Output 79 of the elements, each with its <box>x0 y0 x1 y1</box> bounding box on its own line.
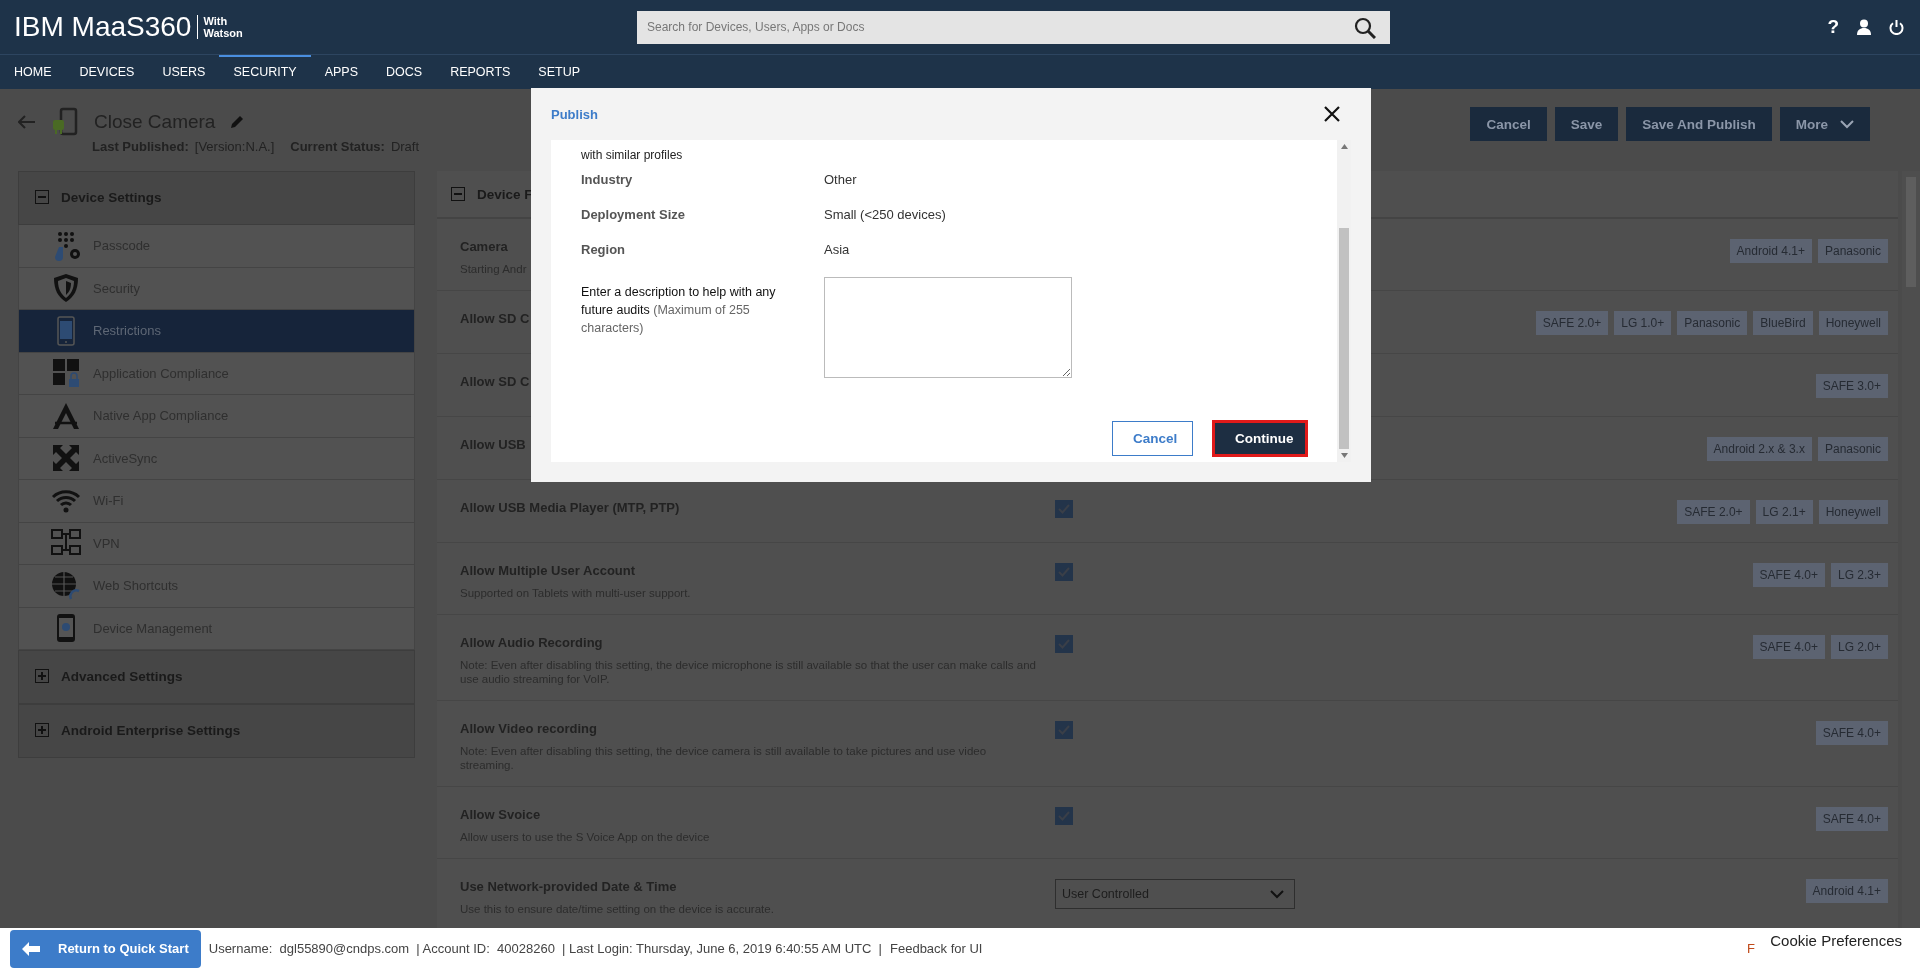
chevron-down-icon <box>1270 889 1284 899</box>
platform-tag: LG 2.3+ <box>1830 563 1888 587</box>
field-label: Enter a description to help with any future audits (Maximum of 255 characters) <box>581 284 777 337</box>
checkbox[interactable] <box>1055 807 1073 825</box>
globe-icon <box>51 570 81 601</box>
field-label: Industry <box>581 172 634 187</box>
platform-tag: SAFE 4.0+ <box>1752 563 1825 587</box>
nav-tab[interactable]: USERS <box>148 55 220 89</box>
exchange-icon <box>51 443 81 474</box>
platform-tag: SAFE 2.0+ <box>1535 311 1609 335</box>
search-icon[interactable] <box>1354 16 1376 39</box>
nav-tab[interactable]: APPS <box>310 55 373 89</box>
action-button[interactable]: Cancel <box>1470 107 1547 141</box>
field-value: Asia <box>824 242 850 257</box>
platform-tag: Panasonic <box>1817 437 1888 461</box>
toggle-icon[interactable] <box>35 723 49 737</box>
platform-tag: Panasonic <box>1817 239 1888 263</box>
cookie-preferences-link[interactable]: Cookie Preferences <box>1768 932 1904 949</box>
platform-tag: SAFE 4.0+ <box>1815 807 1888 831</box>
platform-tag: Honeywell <box>1818 311 1888 335</box>
logo-subtitle: With Watson <box>197 15 243 39</box>
more-menu-button[interactable]: More <box>1779 107 1870 141</box>
action-button[interactable]: Save <box>1554 107 1619 141</box>
chevron-down-icon <box>1840 119 1854 129</box>
continue-button[interactable]: Continue <box>1213 421 1307 456</box>
android-phone-icon <box>50 107 80 137</box>
shield-icon <box>53 273 79 304</box>
platform-tag: SAFE 3.0+ <box>1815 374 1888 398</box>
dialog-title: Publish <box>551 106 598 122</box>
platform-tag: BlueBird <box>1753 311 1813 335</box>
pencil-icon[interactable] <box>229 114 246 130</box>
field-label: Region <box>581 242 627 257</box>
search-field[interactable]: Search for Devices, Users, Apps or Docs <box>637 10 1390 44</box>
nav-tab[interactable]: SETUP <box>524 55 595 89</box>
account-info: Username: dgl55890@cndps.com | Account ID: 40028260 | Last Login: Thursday, June 6, 2019 6:40:55 AM UTC | <box>208 941 882 956</box>
feedback-link[interactable]: Feedback for UI <box>890 941 983 956</box>
nav-tab[interactable]: SECURITY <box>219 55 311 89</box>
platform-tag: LG 2.1+ <box>1755 500 1813 524</box>
grid-lock-icon <box>52 358 80 389</box>
return-button[interactable]: Return to Quick Start <box>10 929 201 968</box>
nav-tab[interactable]: DEVICES <box>65 55 149 89</box>
platform-tag: SAFE 4.0+ <box>1815 721 1888 745</box>
platform-tag: Honeywell <box>1818 500 1888 524</box>
platform-tag: Android 4.1+ <box>1805 879 1888 903</box>
platform-tag: Panasonic <box>1677 311 1748 335</box>
back-arrow-icon[interactable] <box>18 115 36 129</box>
nav-tab[interactable]: HOME <box>0 55 66 89</box>
checkbox[interactable] <box>1055 635 1073 653</box>
description-field[interactable] <box>824 277 1072 378</box>
field-value: Other <box>824 172 857 187</box>
field-label: Deployment Size <box>581 207 687 222</box>
phone-icon <box>57 315 75 346</box>
platform-tag: SAFE 2.0+ <box>1677 500 1750 524</box>
checkbox[interactable] <box>1055 721 1073 739</box>
toggle-icon[interactable] <box>35 190 49 204</box>
back-arrow-icon <box>22 941 40 956</box>
dialog-text: with similar profiles <box>581 148 684 162</box>
toggle-icon[interactable] <box>451 187 465 201</box>
checkbox[interactable] <box>1055 563 1073 581</box>
platform-tag: LG 2.0+ <box>1830 635 1888 659</box>
help-button[interactable]: ? <box>1827 16 1839 38</box>
platform-tag: LG 1.0+ <box>1614 311 1672 335</box>
sidebar-item[interactable]: Restrictions <box>18 310 415 353</box>
platform-tag: Android 4.1+ <box>1729 239 1812 263</box>
logo-text: IBM MaaS360 <box>14 11 192 43</box>
user-icon[interactable] <box>1857 19 1871 35</box>
close-icon[interactable] <box>1323 105 1341 123</box>
power-icon[interactable] <box>1889 19 1904 35</box>
footer-link[interactable]: F <box>1747 941 1755 956</box>
platform-tag: Android 2.x & 3.x <box>1706 437 1812 461</box>
action-button[interactable]: Save And Publish <box>1626 107 1772 141</box>
platform-tag: SAFE 4.0+ <box>1752 635 1825 659</box>
cancel-button[interactable]: Cancel <box>1112 421 1193 456</box>
nav-tab[interactable]: DOCS <box>372 55 437 89</box>
field-value: Small (<250 devices) <box>824 207 946 222</box>
toggle-icon[interactable] <box>35 669 49 683</box>
wifi-icon <box>51 488 81 513</box>
nav-tab[interactable]: REPORTS <box>436 55 525 89</box>
checkbox[interactable] <box>1055 500 1073 518</box>
